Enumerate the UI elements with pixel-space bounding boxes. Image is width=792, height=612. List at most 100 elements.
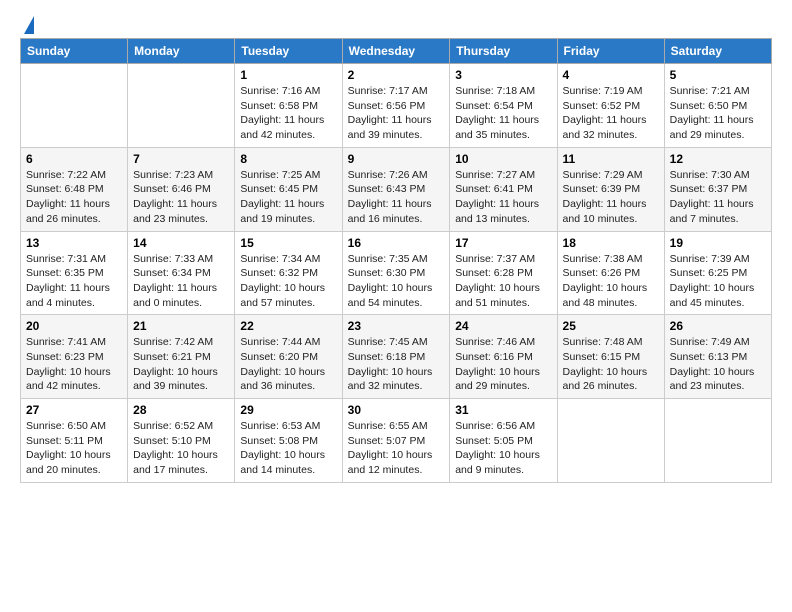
page: SundayMondayTuesdayWednesdayThursdayFrid… (0, 0, 792, 493)
calendar-cell: 13 Sunrise: 7:31 AM Sunset: 6:35 PM Dayli… (21, 231, 128, 315)
header-day-saturday: Saturday (664, 39, 771, 64)
calendar-cell: 10Sunrise: 7:27 AM Sunset: 6:41 PM Dayli… (450, 147, 557, 231)
day-number: 18 (563, 236, 659, 250)
day-info: Sunrise: 7:42 AM Sunset: 6:21 PM Dayligh… (133, 335, 229, 394)
calendar-cell: 29Sunrise: 6:53 AM Sunset: 5:08 PM Dayli… (235, 399, 342, 483)
day-number: 24 (455, 319, 551, 333)
day-number: 30 (348, 403, 445, 417)
day-number: 28 (133, 403, 229, 417)
day-info: Sunrise: 6:55 AM Sunset: 5:07 PM Dayligh… (348, 419, 445, 478)
day-info: Sunrise: 6:56 AM Sunset: 5:05 PM Dayligh… (455, 419, 551, 478)
calendar-cell: 22 Sunrise: 7:44 AM Sunset: 6:20 PM Dayli… (235, 315, 342, 399)
calendar-cell: 7 Sunrise: 7:23 AM Sunset: 6:46 PM Daylig… (128, 147, 235, 231)
calendar-cell: 28 Sunrise: 6:52 AM Sunset: 5:10 PM Dayli… (128, 399, 235, 483)
day-number: 11 (563, 152, 659, 166)
day-number: 20 (26, 319, 122, 333)
day-info: Sunrise: 7:34 AM Sunset: 6:32 PM Dayligh… (240, 252, 336, 311)
day-number: 14 (133, 236, 229, 250)
logo-area (20, 16, 34, 30)
calendar-body: 1Sunrise: 7:16 AM Sunset: 6:58 PM Daylig… (21, 64, 772, 483)
calendar-cell: 14 Sunrise: 7:33 AM Sunset: 6:34 PM Dayli… (128, 231, 235, 315)
day-info: Sunrise: 7:30 AM Sunset: 6:37 PM Dayligh… (670, 168, 766, 227)
calendar-cell: 6 Sunrise: 7:22 AM Sunset: 6:48 PM Daylig… (21, 147, 128, 231)
week-row-5: 27 Sunrise: 6:50 AM Sunset: 5:11 PM Dayli… (21, 399, 772, 483)
calendar-cell: 16 Sunrise: 7:35 AM Sunset: 6:30 PM Dayli… (342, 231, 450, 315)
day-number: 27 (26, 403, 122, 417)
day-info: Sunrise: 7:46 AM Sunset: 6:16 PM Dayligh… (455, 335, 551, 394)
day-info: Sunrise: 7:49 AM Sunset: 6:13 PM Dayligh… (670, 335, 766, 394)
day-number: 26 (670, 319, 766, 333)
header (20, 16, 772, 30)
calendar-cell: 9Sunrise: 7:26 AM Sunset: 6:43 PM Daylig… (342, 147, 450, 231)
day-number: 8 (240, 152, 336, 166)
day-number: 29 (240, 403, 336, 417)
day-info: Sunrise: 7:37 AM Sunset: 6:28 PM Dayligh… (455, 252, 551, 311)
week-row-3: 13 Sunrise: 7:31 AM Sunset: 6:35 PM Dayli… (21, 231, 772, 315)
day-info: Sunrise: 7:44 AM Sunset: 6:20 PM Dayligh… (240, 335, 336, 394)
day-number: 7 (133, 152, 229, 166)
calendar-cell: 23 Sunrise: 7:45 AM Sunset: 6:18 PM Dayli… (342, 315, 450, 399)
day-info: Sunrise: 7:23 AM Sunset: 6:46 PM Dayligh… (133, 168, 229, 227)
day-number: 16 (348, 236, 445, 250)
calendar-cell: 24 Sunrise: 7:46 AM Sunset: 6:16 PM Dayli… (450, 315, 557, 399)
header-day-monday: Monday (128, 39, 235, 64)
calendar-cell (128, 64, 235, 148)
calendar-cell: 26 Sunrise: 7:49 AM Sunset: 6:13 PM Dayli… (664, 315, 771, 399)
header-day-sunday: Sunday (21, 39, 128, 64)
calendar-cell: 12 Sunrise: 7:30 AM Sunset: 6:37 PM Dayli… (664, 147, 771, 231)
day-info: Sunrise: 7:22 AM Sunset: 6:48 PM Dayligh… (26, 168, 122, 227)
day-info: Sunrise: 6:52 AM Sunset: 5:10 PM Dayligh… (133, 419, 229, 478)
day-info: Sunrise: 7:31 AM Sunset: 6:35 PM Dayligh… (26, 252, 122, 311)
day-number: 13 (26, 236, 122, 250)
week-row-2: 6 Sunrise: 7:22 AM Sunset: 6:48 PM Daylig… (21, 147, 772, 231)
day-info: Sunrise: 7:21 AM Sunset: 6:50 PM Dayligh… (670, 84, 766, 143)
header-day-friday: Friday (557, 39, 664, 64)
day-info: Sunrise: 7:48 AM Sunset: 6:15 PM Dayligh… (563, 335, 659, 394)
day-info: Sunrise: 7:33 AM Sunset: 6:34 PM Dayligh… (133, 252, 229, 311)
day-info: Sunrise: 7:29 AM Sunset: 6:39 PM Dayligh… (563, 168, 659, 227)
day-number: 23 (348, 319, 445, 333)
calendar-cell: 20 Sunrise: 7:41 AM Sunset: 6:23 PM Dayli… (21, 315, 128, 399)
week-row-4: 20 Sunrise: 7:41 AM Sunset: 6:23 PM Dayli… (21, 315, 772, 399)
day-number: 5 (670, 68, 766, 82)
calendar-cell: 1Sunrise: 7:16 AM Sunset: 6:58 PM Daylig… (235, 64, 342, 148)
calendar-cell: 19Sunrise: 7:39 AM Sunset: 6:25 PM Dayli… (664, 231, 771, 315)
day-number: 3 (455, 68, 551, 82)
header-day-tuesday: Tuesday (235, 39, 342, 64)
calendar-cell: 31Sunrise: 6:56 AM Sunset: 5:05 PM Dayli… (450, 399, 557, 483)
day-number: 25 (563, 319, 659, 333)
day-number: 17 (455, 236, 551, 250)
header-row: SundayMondayTuesdayWednesdayThursdayFrid… (21, 39, 772, 64)
calendar-header: SundayMondayTuesdayWednesdayThursdayFrid… (21, 39, 772, 64)
calendar-cell (557, 399, 664, 483)
calendar-cell: 18 Sunrise: 7:38 AM Sunset: 6:26 PM Dayli… (557, 231, 664, 315)
header-day-thursday: Thursday (450, 39, 557, 64)
calendar-table: SundayMondayTuesdayWednesdayThursdayFrid… (20, 38, 772, 483)
calendar-cell (21, 64, 128, 148)
calendar-cell: 4Sunrise: 7:19 AM Sunset: 6:52 PM Daylig… (557, 64, 664, 148)
calendar-cell: 27 Sunrise: 6:50 AM Sunset: 5:11 PM Dayli… (21, 399, 128, 483)
day-number: 12 (670, 152, 766, 166)
day-info: Sunrise: 7:26 AM Sunset: 6:43 PM Dayligh… (348, 168, 445, 227)
calendar-cell: 30 Sunrise: 6:55 AM Sunset: 5:07 PM Dayli… (342, 399, 450, 483)
day-info: Sunrise: 7:16 AM Sunset: 6:58 PM Dayligh… (240, 84, 336, 143)
calendar-cell: 3Sunrise: 7:18 AM Sunset: 6:54 PM Daylig… (450, 64, 557, 148)
day-info: Sunrise: 7:35 AM Sunset: 6:30 PM Dayligh… (348, 252, 445, 311)
day-info: Sunrise: 7:38 AM Sunset: 6:26 PM Dayligh… (563, 252, 659, 311)
day-number: 22 (240, 319, 336, 333)
logo (20, 16, 34, 34)
day-info: Sunrise: 7:41 AM Sunset: 6:23 PM Dayligh… (26, 335, 122, 394)
calendar-cell: 2Sunrise: 7:17 AM Sunset: 6:56 PM Daylig… (342, 64, 450, 148)
day-number: 2 (348, 68, 445, 82)
logo-triangle-icon (24, 16, 34, 34)
day-info: Sunrise: 7:45 AM Sunset: 6:18 PM Dayligh… (348, 335, 445, 394)
calendar-cell: 5 Sunrise: 7:21 AM Sunset: 6:50 PM Daylig… (664, 64, 771, 148)
calendar-cell: 15Sunrise: 7:34 AM Sunset: 6:32 PM Dayli… (235, 231, 342, 315)
day-info: Sunrise: 7:19 AM Sunset: 6:52 PM Dayligh… (563, 84, 659, 143)
day-number: 19 (670, 236, 766, 250)
header-day-wednesday: Wednesday (342, 39, 450, 64)
day-info: Sunrise: 6:50 AM Sunset: 5:11 PM Dayligh… (26, 419, 122, 478)
day-number: 10 (455, 152, 551, 166)
calendar-cell: 17 Sunrise: 7:37 AM Sunset: 6:28 PM Dayli… (450, 231, 557, 315)
day-number: 6 (26, 152, 122, 166)
